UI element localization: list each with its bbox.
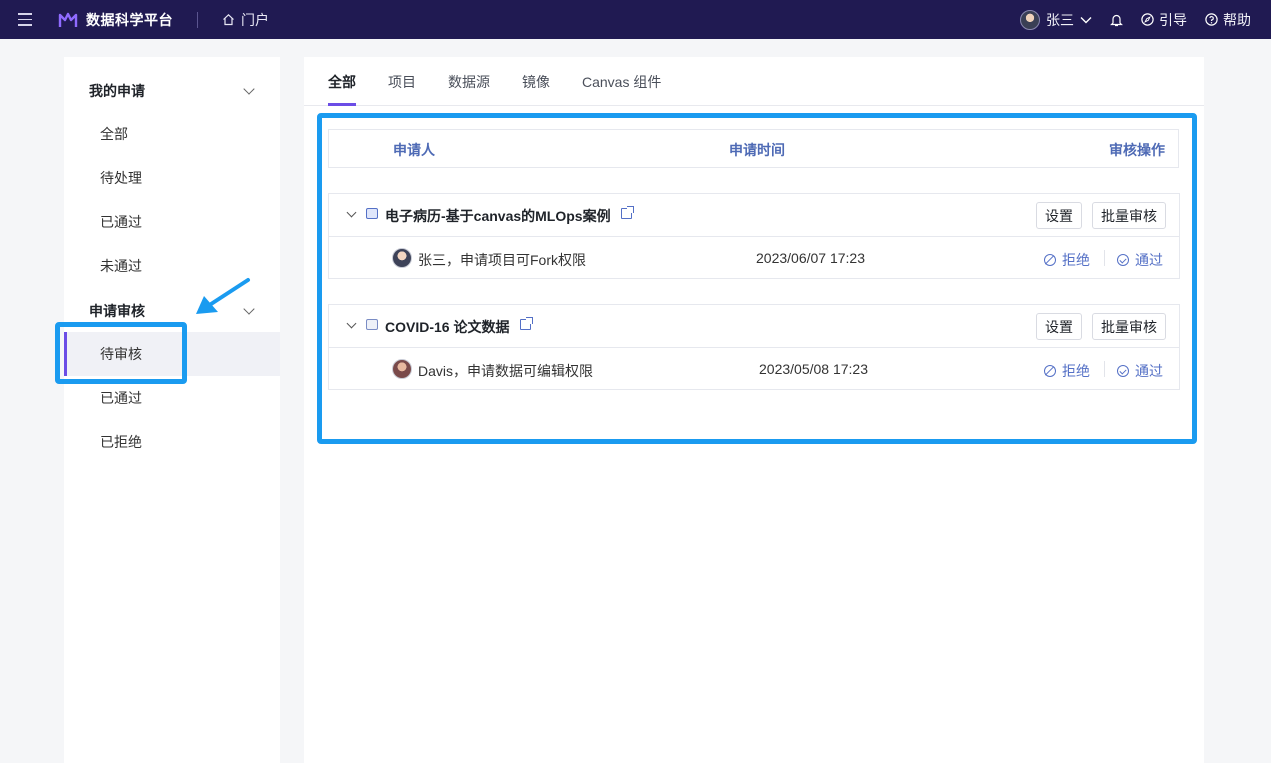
sidebar-item-to-review[interactable]: 待审核 [64,332,280,376]
batch-review-button[interactable]: 批量审核 [1092,202,1166,229]
dataset-icon [366,319,378,330]
topbar-divider [197,11,198,28]
collapse-caret-icon[interactable] [346,207,357,218]
sidebar-item-approved[interactable]: 已通过 [64,200,280,244]
column-applicant: 申请人 [393,142,435,158]
active-tab-indicator [328,103,356,106]
avatar [392,359,412,379]
portal-label: 门户 [241,11,269,28]
approve-button[interactable]: 通过 [1117,250,1163,270]
request-group-card: 电子病历-基于canvas的MLOps案例 设置 批量审核 张三，申请项目可Fo… [328,193,1180,279]
reject-icon [1044,365,1056,377]
dataset-name[interactable]: COVID-16 论文数据 [385,317,509,337]
project-name[interactable]: 电子病历-基于canvas的MLOps案例 [385,206,611,226]
check-circle-icon [1117,254,1129,266]
reject-button[interactable]: 拒绝 [1044,250,1090,270]
batch-review-button[interactable]: 批量审核 [1092,313,1166,340]
tab-images[interactable]: 镜像 [522,72,550,92]
request-row: 张三，申请项目可Fork权限 2023/06/07 17:23 拒绝 通过 [329,237,1179,279]
reject-icon [1044,254,1056,266]
tab-projects[interactable]: 项目 [388,72,416,92]
column-actions: 审核操作 [1109,142,1165,158]
group-title-my-requests[interactable]: 我的申请 [89,81,145,101]
tab-datasources[interactable]: 数据源 [448,72,490,92]
help-link[interactable]: 帮助 [1205,10,1251,30]
tab-bar: 全部 项目 数据源 镜像 Canvas 组件 [304,57,1204,106]
home-icon [223,13,234,26]
approve-label: 通过 [1135,252,1163,268]
arrow-icon [196,278,250,314]
logo-icon [58,12,78,27]
sidebar-item-review-approved[interactable]: 已通过 [64,376,280,420]
sidebar-item-all[interactable]: 全部 [64,112,280,156]
top-navigation-bar: 数据科学平台 门户 张三 引导 帮助 [0,0,1271,39]
request-group-header: COVID-16 论文数据 设置 批量审核 [329,305,1179,348]
table-header: 申请人 申请时间 审核操作 [328,129,1179,168]
compass-icon [1141,13,1154,26]
guide-label: 引导 [1159,11,1187,28]
reject-label: 拒绝 [1062,252,1090,268]
reject-label: 拒绝 [1062,363,1090,379]
main-panel: 全部 项目 数据源 镜像 Canvas 组件 申请人 申请时间 审核操作 电子病… [304,57,1204,763]
collapse-caret-icon[interactable] [346,318,357,329]
reject-button[interactable]: 拒绝 [1044,361,1090,381]
settings-button[interactable]: 设置 [1036,313,1082,340]
project-icon [366,208,378,219]
column-time: 申请时间 [729,142,785,158]
external-link-icon[interactable] [520,317,533,330]
action-divider [1104,361,1105,377]
sidebar-item-pending[interactable]: 待处理 [64,156,280,200]
tab-all[interactable]: 全部 [328,72,356,92]
check-circle-icon [1117,365,1129,377]
avatar [1020,9,1040,30]
group-title-review[interactable]: 申请审核 [89,301,145,321]
user-menu[interactable]: 张三 [1020,9,1092,30]
chevron-down-icon[interactable] [243,83,255,95]
external-link-icon[interactable] [621,206,634,219]
action-divider [1104,250,1105,266]
bell-icon[interactable] [1110,13,1123,27]
request-description: 张三，申请项目可Fork权限 [418,252,586,268]
portal-link[interactable]: 门户 [222,10,269,30]
settings-button[interactable]: 设置 [1036,202,1082,229]
sidebar-item-rejected[interactable]: 已拒绝 [64,420,280,464]
request-group-header: 电子病历-基于canvas的MLOps案例 设置 批量审核 [329,194,1179,237]
user-name: 张三 [1046,11,1074,28]
request-time: 2023/05/08 17:23 [759,361,868,377]
approve-label: 通过 [1135,363,1163,379]
guide-link[interactable]: 引导 [1141,10,1187,30]
chevron-down-icon [1080,16,1092,23]
brand-name[interactable]: 数据科学平台 [86,10,173,30]
sidebar: 我的申请 全部 待处理 已通过 未通过 申请审核 待审核 已通过 已拒绝 [64,57,280,763]
help-label: 帮助 [1223,11,1251,28]
request-row: Davis，申请数据可编辑权限 2023/05/08 17:23 拒绝 通过 [329,348,1179,390]
approve-button[interactable]: 通过 [1117,361,1163,381]
help-icon [1205,13,1218,26]
request-description: Davis，申请数据可编辑权限 [418,363,594,379]
request-time: 2023/06/07 17:23 [756,250,865,266]
menu-icon[interactable] [18,13,32,26]
tab-canvas-components[interactable]: Canvas 组件 [582,72,661,92]
avatar [392,248,412,268]
request-group-card: COVID-16 论文数据 设置 批量审核 Davis，申请数据可编辑权限 20… [328,304,1180,390]
